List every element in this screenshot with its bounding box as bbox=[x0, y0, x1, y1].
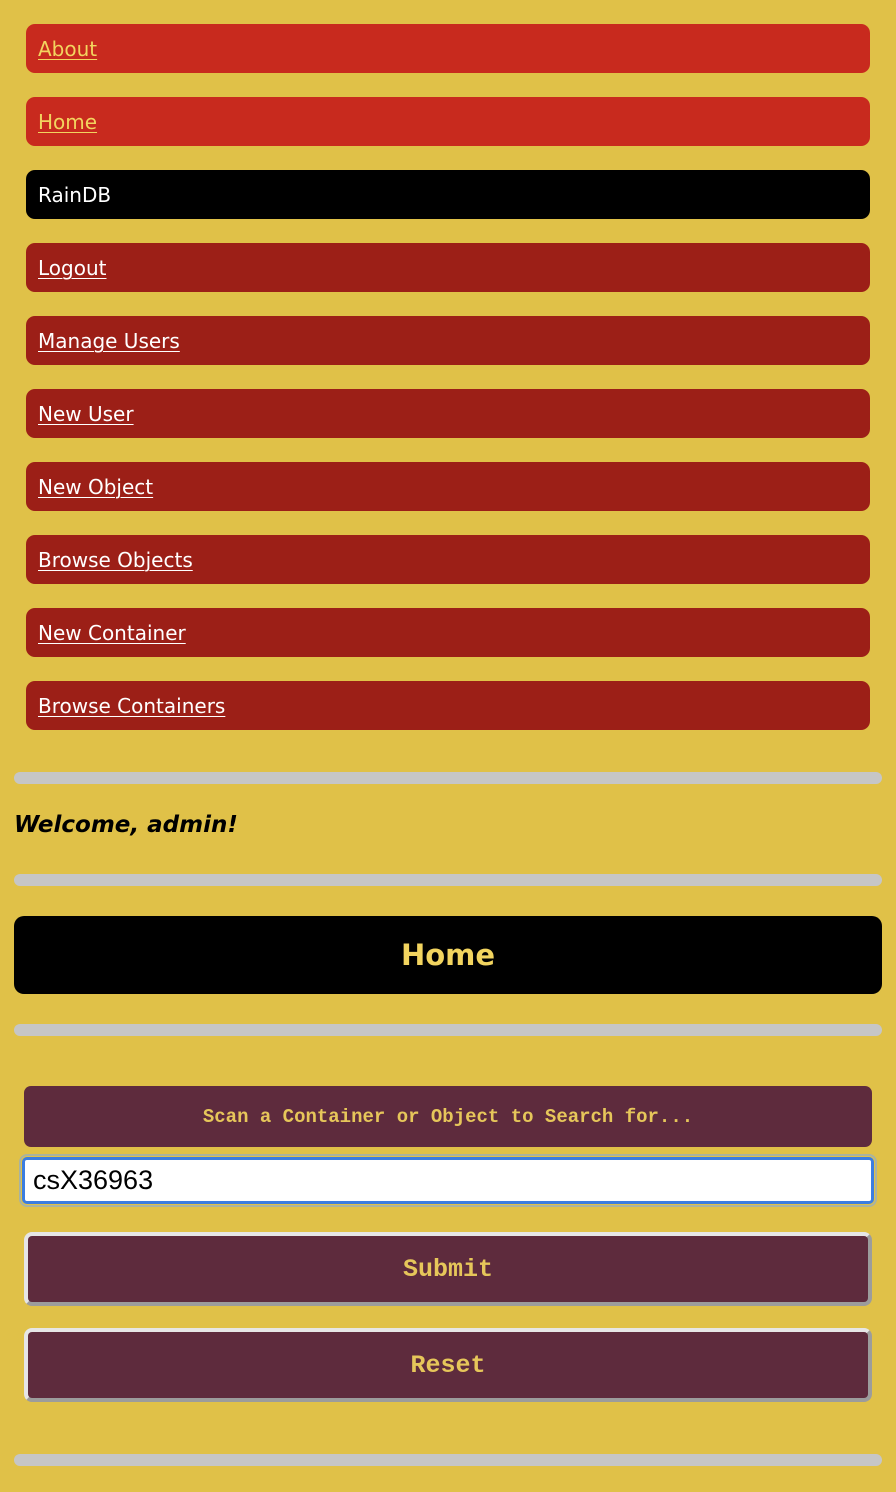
submit-button[interactable]: Submit bbox=[24, 1232, 872, 1306]
nav-item-browse-containers[interactable]: Browse Containers bbox=[26, 681, 870, 730]
nav-item-browse-objects[interactable]: Browse Objects bbox=[26, 535, 870, 584]
nav-item-manage-users[interactable]: Manage Users bbox=[26, 316, 870, 365]
nav-link-browse-objects[interactable]: Browse Objects bbox=[38, 548, 193, 572]
welcome-message: Welcome, admin! bbox=[14, 812, 238, 838]
nav-item-new-user[interactable]: New User bbox=[26, 389, 870, 438]
nav-link-new-container[interactable]: New Container bbox=[38, 621, 186, 645]
nav-item-raindb: RainDB bbox=[26, 170, 870, 219]
nav-link-about[interactable]: About bbox=[38, 37, 97, 61]
nav-link-logout[interactable]: Logout bbox=[38, 256, 106, 280]
divider bbox=[14, 874, 882, 886]
page-title-text: Home bbox=[400, 938, 496, 972]
divider bbox=[14, 1454, 882, 1466]
nav-item-logout[interactable]: Logout bbox=[26, 243, 870, 292]
nav-item-new-object[interactable]: New Object bbox=[26, 462, 870, 511]
nav-link-home[interactable]: Home bbox=[38, 110, 97, 134]
nav-item-new-container[interactable]: New Container bbox=[26, 608, 870, 657]
nav-item-about[interactable]: About bbox=[26, 24, 870, 73]
nav-link-new-user[interactable]: New User bbox=[38, 402, 134, 426]
divider bbox=[14, 772, 882, 784]
search-label: Scan a Container or Object to Search for… bbox=[24, 1086, 872, 1147]
main-nav: About Home RainDB Logout Manage Users Ne… bbox=[26, 24, 870, 754]
nav-link-browse-containers[interactable]: Browse Containers bbox=[38, 694, 225, 718]
divider bbox=[14, 1024, 882, 1036]
reset-button[interactable]: Reset bbox=[24, 1328, 872, 1402]
nav-link-manage-users[interactable]: Manage Users bbox=[38, 329, 180, 353]
page-title: Home bbox=[14, 916, 882, 994]
nav-item-home[interactable]: Home bbox=[26, 97, 870, 146]
search-input[interactable] bbox=[19, 1154, 877, 1207]
nav-link-new-object[interactable]: New Object bbox=[38, 475, 153, 499]
nav-label-raindb: RainDB bbox=[38, 182, 112, 207]
